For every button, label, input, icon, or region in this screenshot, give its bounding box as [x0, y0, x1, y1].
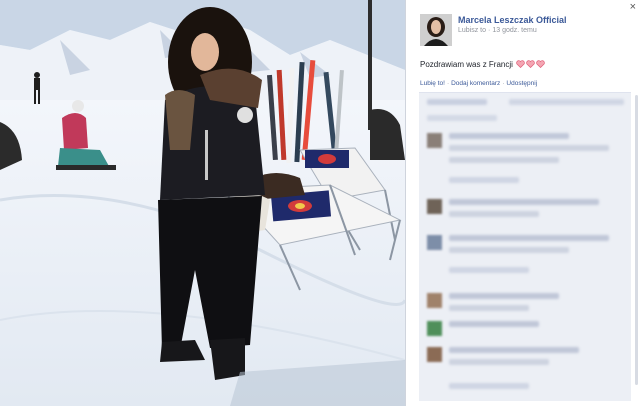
main-subject [158, 7, 265, 380]
post-caption: Pozdrawiam was z Francji [420, 60, 545, 69]
blurred-comment-line [427, 99, 487, 105]
post-meta: Lubisz to · 13 godz. temu [458, 27, 537, 34]
blurred-avatar [427, 321, 442, 336]
blurred-comment-line [449, 133, 569, 139]
post-actions: Lubię to! · Dodaj komentarz · Udostępnij [420, 80, 537, 87]
action-separator: · [446, 80, 450, 87]
blurred-comment-line [449, 305, 529, 311]
blurred-avatar [427, 133, 442, 148]
blurred-comment-line [449, 321, 539, 327]
like-status[interactable]: Lubisz to [458, 27, 486, 34]
action-separator: · [502, 80, 505, 87]
heart-icon [536, 60, 545, 68]
ski-scene [0, 0, 405, 406]
blurred-avatar [427, 235, 442, 250]
blurred-comment-line [449, 199, 599, 205]
blurred-comment-line [449, 359, 549, 365]
comment-link[interactable]: Dodaj komentarz [451, 80, 500, 87]
author-avatar[interactable] [420, 14, 452, 46]
blurred-avatar [427, 347, 442, 362]
blurred-comment-line [449, 267, 529, 273]
blurred-comment-line [449, 177, 519, 183]
caption-text: Pozdrawiam was z Francji [420, 60, 513, 69]
blurred-comment-line [449, 235, 609, 241]
blurred-avatar [427, 199, 442, 214]
meta-separator: · [488, 27, 491, 34]
post-side-panel: × Marcela Leszczak Official Lubisz to · 13… [405, 0, 640, 406]
share-link[interactable]: Udostępnij [506, 80, 537, 87]
blurred-comment-line [449, 157, 559, 163]
blurred-comment-line [449, 211, 539, 217]
blurred-comment-line [449, 293, 559, 299]
heart-icon [516, 60, 525, 68]
blurred-comment-line [427, 115, 497, 121]
heart-icon [526, 60, 535, 68]
close-icon[interactable]: × [630, 1, 636, 13]
like-link[interactable]: Lubię to! [420, 80, 445, 87]
blurred-avatar [427, 293, 442, 308]
post-photo[interactable] [0, 0, 405, 406]
post-timestamp[interactable]: 13 godz. temu [492, 27, 536, 34]
avatar-portrait-icon [420, 14, 452, 46]
comments-scrollbar[interactable] [635, 95, 638, 385]
blurred-comment-line [449, 247, 569, 253]
blurred-comment-line [509, 99, 624, 105]
blurred-comment-line [449, 347, 579, 353]
blurred-comment-line [449, 383, 529, 389]
blurred-comment-line [449, 145, 609, 151]
comments-list [419, 92, 631, 401]
author-name[interactable]: Marcela Leszczak Official [458, 15, 567, 25]
